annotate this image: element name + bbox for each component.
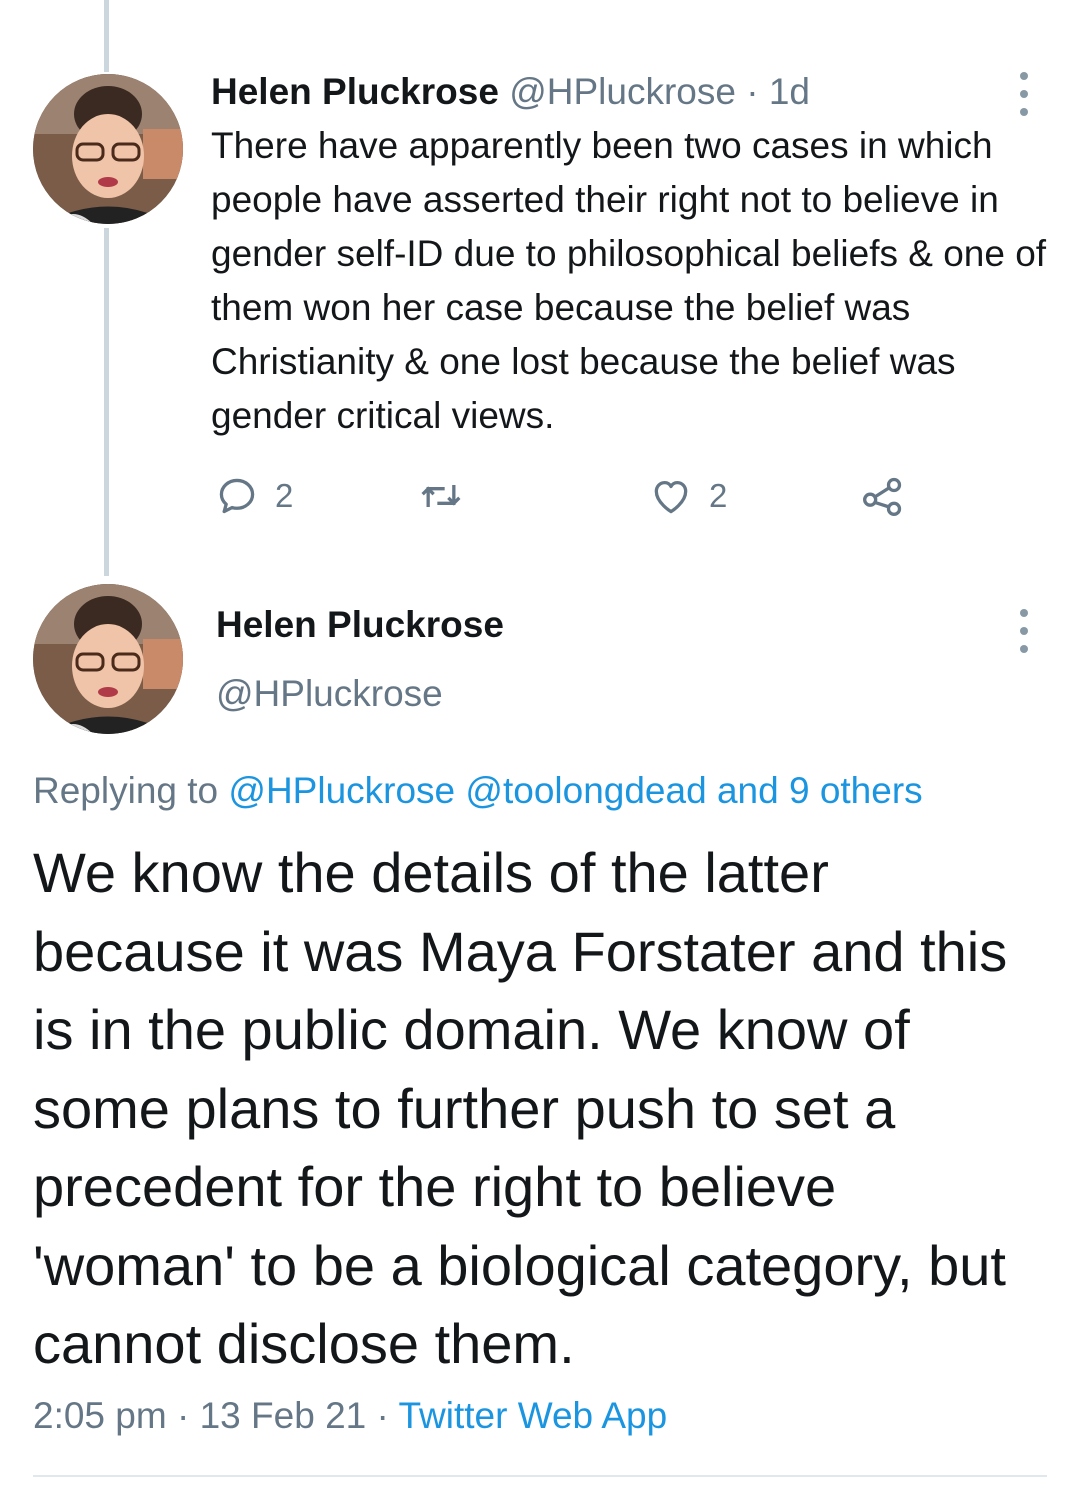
share-icon: [863, 477, 902, 516]
reply-button[interactable]: 2: [215, 474, 293, 518]
tweet-actions: 2 2: [211, 474, 931, 522]
separator: ·: [746, 71, 759, 112]
replying-prefix: Replying to: [33, 770, 219, 811]
divider: [33, 1475, 1047, 1477]
tweet-date[interactable]: 13 Feb 21: [200, 1395, 367, 1436]
retweet-icon: [421, 485, 461, 507]
separator: ·: [176, 1395, 190, 1436]
share-button[interactable]: [861, 474, 905, 518]
retweet-button[interactable]: [419, 474, 463, 518]
tweet-source[interactable]: Twitter Web App: [398, 1395, 667, 1436]
separator: ·: [376, 1395, 389, 1436]
tweet-thread: Helen Pluckrose @HPluckrose · 1d There h…: [0, 0, 1080, 1511]
like-button[interactable]: 2: [649, 474, 727, 518]
tweet-meta: 2:05 pm · 13 Feb 21 · Twitter Web App: [33, 1392, 1053, 1440]
tweet-text: There have apparently been two cases in …: [211, 125, 1047, 436]
thread-line: [104, 0, 109, 72]
tweet-header: Helen Pluckrose @HPluckrose · 1d: [211, 70, 1000, 114]
replying-to: Replying to @HPluckrose @toolongdead and…: [33, 767, 1053, 815]
reply-count: 2: [275, 477, 294, 514]
more-icon[interactable]: [1018, 72, 1030, 116]
tweet-time[interactable]: 2:05 pm: [33, 1395, 167, 1436]
author-name[interactable]: Helen Pluckrose: [211, 71, 499, 112]
author-name[interactable]: Helen Pluckrose: [216, 604, 504, 646]
reply-icon: [219, 478, 255, 514]
tweet-time[interactable]: 1d: [769, 71, 810, 112]
author-handle[interactable]: @HPluckrose: [509, 71, 736, 112]
like-icon: [654, 480, 688, 514]
tweet-text: We know the details of the latter becaus…: [33, 841, 1008, 1375]
replying-to-link[interactable]: @HPluckrose @toolongdead and 9 others: [228, 770, 922, 811]
like-count: 2: [709, 477, 728, 514]
avatar[interactable]: [33, 584, 183, 734]
thread-line: [104, 228, 109, 576]
more-icon[interactable]: [1018, 609, 1030, 653]
avatar[interactable]: [33, 74, 183, 224]
author-handle[interactable]: @HPluckrose: [216, 673, 443, 715]
